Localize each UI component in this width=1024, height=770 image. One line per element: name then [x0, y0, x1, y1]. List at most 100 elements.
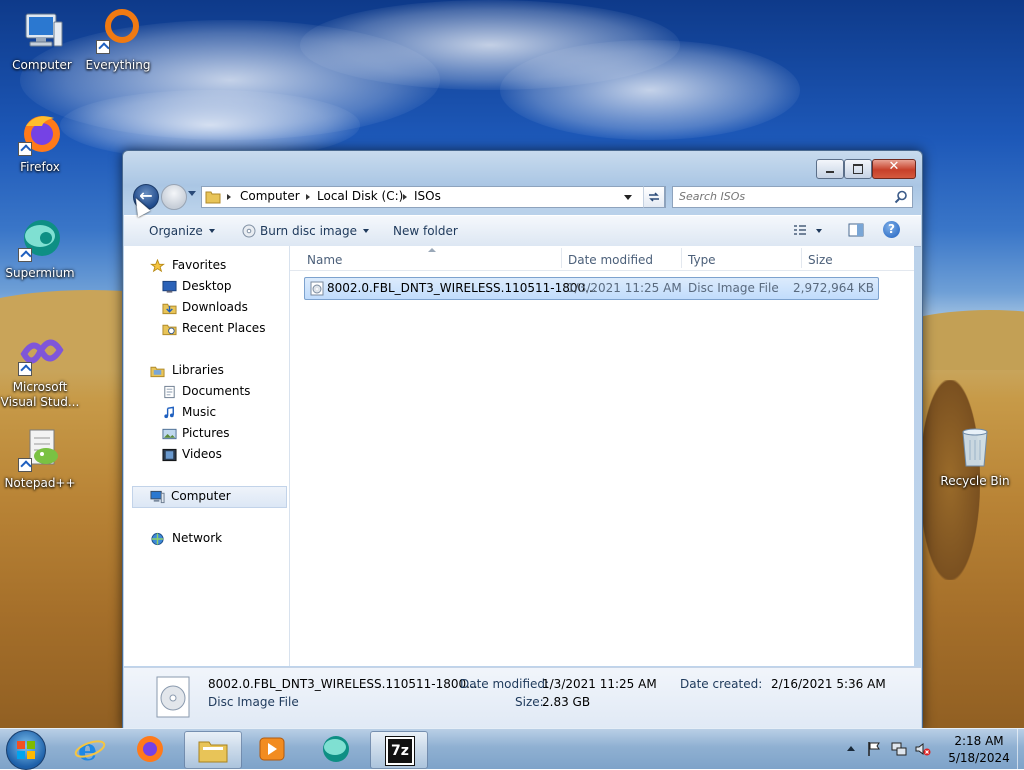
new-folder-button[interactable]: New folder [393, 224, 458, 238]
search-box [672, 186, 913, 208]
volume-muted-icon[interactable] [915, 741, 931, 757]
recent-places-icon [162, 324, 177, 336]
taskbar-firefox[interactable] [122, 731, 178, 767]
maximize-button[interactable] [844, 159, 872, 179]
burn-disc-image-button[interactable]: Burn disc image [242, 224, 369, 238]
preview-pane-button[interactable] [848, 223, 864, 240]
taskbar-supermium[interactable] [308, 731, 364, 767]
firefox-icon [137, 736, 163, 762]
nav-computer[interactable]: Computer [132, 486, 287, 508]
nav-label: Music [182, 405, 217, 419]
computer-icon [150, 490, 165, 504]
sort-ascending-icon [428, 248, 436, 252]
nav-label: Desktop [182, 279, 232, 293]
desktop-icon-firefox[interactable]: Firefox [0, 110, 82, 175]
minimize-button[interactable] [816, 159, 844, 179]
column-header-date-modified[interactable]: Date modified [568, 253, 653, 267]
column-header-name[interactable]: Name [307, 253, 342, 267]
file-type: Disc Image File [688, 281, 779, 295]
nav-downloads[interactable]: Downloads [124, 298, 289, 318]
column-divider[interactable] [801, 248, 802, 268]
details-pane: 8002.0.FBL_DNT3_WIRELESS.110511-1800... … [124, 667, 921, 729]
nav-documents[interactable]: Documents [124, 382, 289, 402]
downloads-folder-icon [162, 303, 177, 315]
nav-label: Recent Places [182, 321, 266, 335]
videos-icon [162, 448, 177, 462]
desktop-icon-notepadpp[interactable]: Notepad++ [0, 426, 82, 491]
disc-image-file-icon [310, 281, 324, 296]
firefox-icon [16, 110, 64, 158]
clock-date[interactable]: 5/18/2024 [944, 751, 1014, 765]
shortcut-arrow-icon [96, 40, 110, 54]
nav-label: Documents [182, 384, 251, 398]
nav-recent-places[interactable]: Recent Places [124, 319, 289, 339]
forward-button[interactable] [161, 184, 187, 210]
command-bar: Organize Burn disc image New folder ? [124, 215, 921, 247]
column-divider[interactable] [681, 248, 682, 268]
breadcrumb-isos[interactable]: ISOs [414, 189, 441, 203]
search-icon [894, 190, 907, 204]
nav-label: Pictures [182, 426, 230, 440]
breadcrumb-local-disk[interactable]: Local Disk (C:) [317, 189, 403, 203]
clock-time[interactable]: 2:18 AM [944, 734, 1014, 748]
start-button[interactable] [6, 730, 46, 770]
desktop-icon-recycle-bin[interactable]: Recycle Bin [933, 424, 1017, 489]
organize-button[interactable]: Organize [149, 224, 215, 238]
chevron-down-icon [362, 229, 369, 233]
taskbar-explorer[interactable] [184, 731, 242, 769]
breadcrumb-computer[interactable]: Computer [240, 189, 300, 203]
organize-label: Organize [149, 224, 203, 238]
column-header-size[interactable]: Size [808, 253, 833, 267]
folder-icon [205, 191, 221, 204]
close-button[interactable]: ✕ [872, 159, 916, 179]
column-header-type[interactable]: Type [688, 253, 716, 267]
file-size: 2,972,964 KB [793, 281, 874, 295]
address-bar[interactable]: Computer Local Disk (C:) ISOs [201, 186, 666, 208]
view-options-button[interactable] [792, 222, 828, 240]
explorer-window: ✕ ← Computer Local Disk (C:) ISOs Organi… [122, 150, 923, 730]
desktop-icon-everything[interactable]: Everything [76, 8, 160, 73]
nav-network[interactable]: Network [124, 529, 289, 549]
column-divider[interactable] [561, 248, 562, 268]
everything-search-icon [94, 8, 142, 56]
svg-text:e: e [78, 734, 97, 764]
nav-label: Network [172, 531, 223, 545]
show-desktop-button[interactable] [1017, 729, 1024, 769]
details-created-value: 2/16/2021 5:36 AM [771, 677, 886, 691]
desktop-icon-supermium[interactable]: Supermium [0, 216, 82, 281]
chevron-down-icon [816, 229, 822, 233]
refresh-icon [649, 192, 659, 202]
recent-locations-dropdown[interactable] [188, 191, 196, 196]
action-center-flag-icon[interactable] [867, 741, 881, 757]
nav-libraries[interactable]: Libraries [124, 361, 289, 381]
pictures-icon [162, 428, 177, 440]
show-hidden-icons-button[interactable] [847, 746, 855, 751]
supermium-icon [323, 736, 349, 762]
shortcut-arrow-icon [18, 142, 32, 156]
taskbar-7zip[interactable]: 7z [370, 731, 428, 769]
computer-icon [18, 8, 66, 56]
nav-music[interactable]: Music [124, 403, 289, 423]
desktop-icon-label: Microsoft Visual Stud... [0, 380, 80, 409]
chevron-down-icon [208, 229, 215, 233]
taskbar-media-player[interactable] [244, 731, 300, 767]
search-input[interactable] [679, 189, 879, 203]
desktop-icon-visual-studio[interactable]: Microsoft Visual Stud... [0, 330, 82, 410]
address-dropdown-icon[interactable] [624, 195, 632, 200]
seven-zip-icon: 7z [385, 736, 415, 766]
navigation-bar: ← Computer Local Disk (C:) ISOs [131, 183, 913, 210]
help-button[interactable]: ? [883, 221, 900, 238]
taskbar-internet-explorer[interactable]: e [62, 731, 118, 767]
refresh-button[interactable] [643, 186, 665, 208]
nav-favorites[interactable]: Favorites [124, 256, 289, 276]
burn-label: Burn disc image [260, 224, 357, 238]
shortcut-arrow-icon [18, 362, 32, 376]
desktop-icon-computer[interactable]: Computer [0, 8, 84, 73]
nav-videos[interactable]: Videos [124, 445, 289, 465]
details-file-type: Disc Image File [208, 695, 299, 709]
table-row[interactable]: 8002.0.FBL_DNT3_WIRELESS.110511-1800... … [304, 277, 879, 300]
network-tray-icon[interactable] [891, 741, 907, 757]
nav-desktop[interactable]: Desktop [124, 277, 289, 297]
details-modified-value: 1/3/2021 11:25 AM [542, 677, 657, 691]
nav-pictures[interactable]: Pictures [124, 424, 289, 444]
